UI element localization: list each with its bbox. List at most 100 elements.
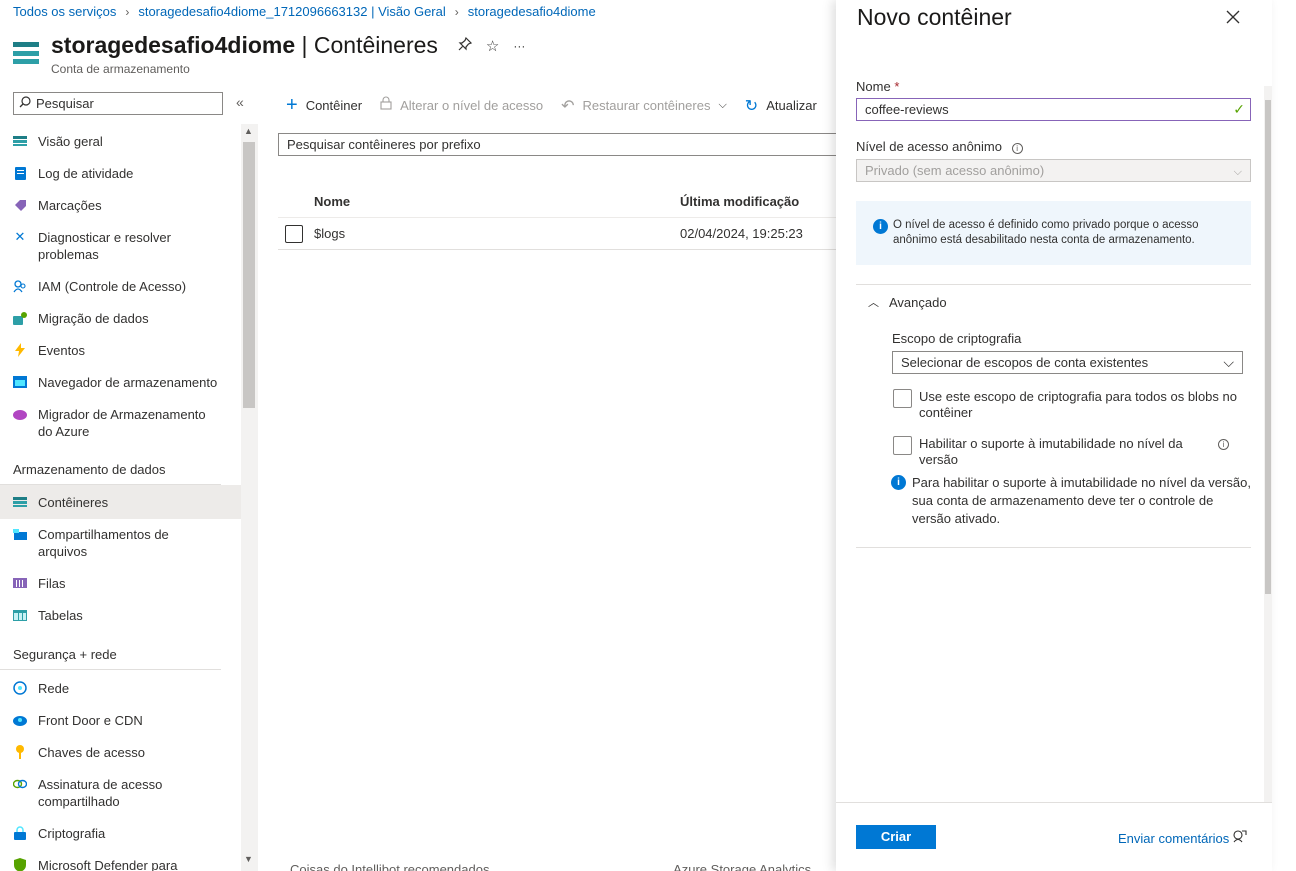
- sidebar-search-input[interactable]: Pesquisar: [13, 92, 223, 115]
- bottom-peek: Coisas do Intellibot recomendados Azure …: [262, 862, 811, 871]
- sidebar-item-defender[interactable]: Microsoft Defender para: [0, 857, 241, 871]
- page-subtitle: Conta de armazenamento: [51, 62, 190, 76]
- scroll-down-icon[interactable]: ▼: [244, 854, 253, 864]
- sidebar-item-storage-mover[interactable]: Migrador de Armazenamento do Azure: [0, 406, 241, 440]
- refresh-button[interactable]: ↻ Atualizar: [745, 96, 817, 116]
- create-button[interactable]: Criar: [856, 825, 936, 849]
- access-level-label: Nível de acesso anônimo i: [856, 139, 1023, 154]
- encryption-scope-all-blobs-checkbox[interactable]: Use este escopo de criptografia para tod…: [893, 389, 1245, 421]
- container-prefix-search-input[interactable]: Pesquisar contêineres por prefixo: [278, 133, 858, 156]
- info-icon[interactable]: i: [1218, 439, 1229, 450]
- network-icon: [13, 681, 27, 695]
- shield-icon: [13, 858, 27, 871]
- add-container-button[interactable]: + Contêiner: [286, 94, 362, 117]
- sidebar-item-containers[interactable]: Contêineres: [0, 485, 241, 519]
- chevron-right-icon: ›: [125, 4, 130, 19]
- refresh-icon: ↻: [744, 97, 759, 115]
- search-icon: [19, 96, 31, 111]
- star-icon[interactable]: ☆: [486, 37, 499, 55]
- column-header-name[interactable]: Nome: [314, 194, 680, 209]
- immutability-note: i Para habilitar o suporte à imutabilida…: [891, 474, 1253, 528]
- sidebar-item-events[interactable]: Eventos: [0, 342, 241, 359]
- sidebar-item-tags[interactable]: Marcações: [0, 197, 241, 214]
- scroll-up-icon[interactable]: ▲: [244, 126, 253, 136]
- chevron-down-icon: ⌵: [718, 99, 727, 111]
- plus-icon: +: [286, 94, 298, 116]
- chevron-up-icon: ︿: [868, 297, 879, 309]
- new-container-panel: Novo contêiner Nome * coffee-reviews ✓ N…: [836, 0, 1272, 871]
- breadcrumb-link-all-services[interactable]: Todos os serviços: [13, 4, 116, 19]
- sidebar-item-front-door[interactable]: Front Door e CDN: [0, 712, 241, 729]
- scrollbar-thumb[interactable]: [243, 142, 255, 408]
- lightning-icon: [13, 343, 27, 357]
- breadcrumb-link-account[interactable]: storagedesafio4diome: [468, 4, 596, 19]
- collapse-sidebar-icon[interactable]: «: [236, 94, 244, 110]
- panel-title: Novo contêiner: [857, 4, 1012, 30]
- pin-icon[interactable]: [458, 36, 472, 55]
- sidebar-item-access-keys[interactable]: Chaves de acesso: [0, 744, 241, 761]
- table-header: Nome Última modificação: [278, 186, 848, 218]
- sidebar-item-tables[interactable]: Tabelas: [0, 607, 241, 624]
- table-row[interactable]: $logs 02/04/2024, 19:25:23: [278, 218, 848, 250]
- panel-scrollbar[interactable]: [1264, 86, 1272, 802]
- close-icon[interactable]: [1226, 8, 1240, 29]
- containers-table: Nome Última modificação $logs 02/04/2024…: [278, 186, 848, 250]
- scrollbar-thumb[interactable]: [1265, 100, 1271, 594]
- chevron-down-icon: ⌵: [1223, 354, 1234, 370]
- sidebar-item-file-shares[interactable]: Compartilhamentos de arquivos: [0, 526, 241, 560]
- restore-containers-button[interactable]: ↶ Restaurar contêineres ⌵: [561, 96, 727, 116]
- info-icon[interactable]: i: [1011, 143, 1023, 154]
- sidebar-item-encryption[interactable]: Criptografia: [0, 825, 241, 842]
- table-icon: [13, 608, 27, 622]
- chevron-right-icon: ›: [454, 4, 459, 19]
- sidebar-item-iam[interactable]: IAM (Controle de Acesso): [0, 278, 241, 295]
- people-icon: [13, 279, 27, 293]
- sidebar-item-sas[interactable]: Assinatura de acesso compartilhado: [0, 776, 241, 810]
- sidebar-item-activity-log[interactable]: Log de atividade: [0, 165, 241, 182]
- tag-icon: [13, 198, 27, 212]
- feedback-link[interactable]: Enviar comentários: [1118, 830, 1247, 846]
- encryption-scope-label: Escopo de criptografia: [892, 331, 1022, 346]
- change-access-level-button[interactable]: Alterar o nível de acesso: [380, 96, 543, 115]
- sidebar-item-queues[interactable]: Filas: [0, 575, 241, 592]
- section-security-network: Segurança + rede: [0, 647, 221, 670]
- advanced-toggle[interactable]: ︿ Avançado: [868, 294, 947, 310]
- sidebar-item-diagnose[interactable]: ✕ Diagnosticar e resolver problemas: [0, 229, 241, 263]
- breadcrumb-link-overview[interactable]: storagedesafio4diome_1712096663132 | Vis…: [138, 4, 445, 19]
- container-name-link[interactable]: $logs: [314, 226, 680, 241]
- column-header-modified[interactable]: Última modificação: [680, 194, 799, 209]
- queue-icon: [13, 576, 27, 590]
- bottom-peek-right: Azure Storage Analytics: [673, 862, 812, 871]
- sidebar-item-network[interactable]: Rede: [0, 680, 241, 697]
- feedback-icon: [1233, 830, 1247, 846]
- checkmark-icon: ✓: [1233, 101, 1245, 117]
- sidebar-item-overview[interactable]: Visão geral: [0, 133, 241, 150]
- page-title: storagedesafio4diome | Contêineres: [51, 32, 438, 58]
- section-data-storage: Armazenamento de dados: [0, 462, 221, 485]
- key-icon: [13, 745, 27, 759]
- wrench-icon: ✕: [14, 229, 26, 244]
- storage-account-icon: [13, 42, 39, 64]
- sidebar-item-data-migration[interactable]: Migração de dados: [0, 310, 241, 327]
- migration-icon: [13, 311, 27, 325]
- cloud-icon: [13, 407, 27, 421]
- lock-icon: [380, 96, 392, 115]
- sidebar-scrollbar[interactable]: ▲ ▼: [241, 124, 258, 871]
- storage-icon: [13, 134, 27, 148]
- row-checkbox[interactable]: [285, 224, 303, 243]
- info-icon: i: [873, 219, 888, 234]
- sidebar-item-storage-browser[interactable]: Navegador de armazenamento: [0, 374, 241, 391]
- access-level-select[interactable]: Privado (sem acesso anônimo) ⌵: [856, 159, 1251, 182]
- encryption-scope-select[interactable]: Selecionar de escopos de conta existente…: [892, 351, 1243, 374]
- breadcrumb: Todos os serviços › storagedesafio4diome…: [13, 4, 596, 19]
- lock-icon: [13, 826, 27, 840]
- container-name-input[interactable]: coffee-reviews ✓: [856, 98, 1251, 121]
- checkbox[interactable]: [893, 389, 912, 408]
- more-icon[interactable]: ···: [513, 39, 525, 53]
- version-immutability-checkbox[interactable]: Habilitar o suporte à imutabilidade no n…: [893, 436, 1203, 468]
- log-icon: [13, 166, 27, 180]
- file-share-icon: [13, 527, 27, 541]
- info-icon: i: [891, 475, 906, 490]
- name-label: Nome *: [856, 79, 900, 94]
- checkbox[interactable]: [893, 436, 912, 455]
